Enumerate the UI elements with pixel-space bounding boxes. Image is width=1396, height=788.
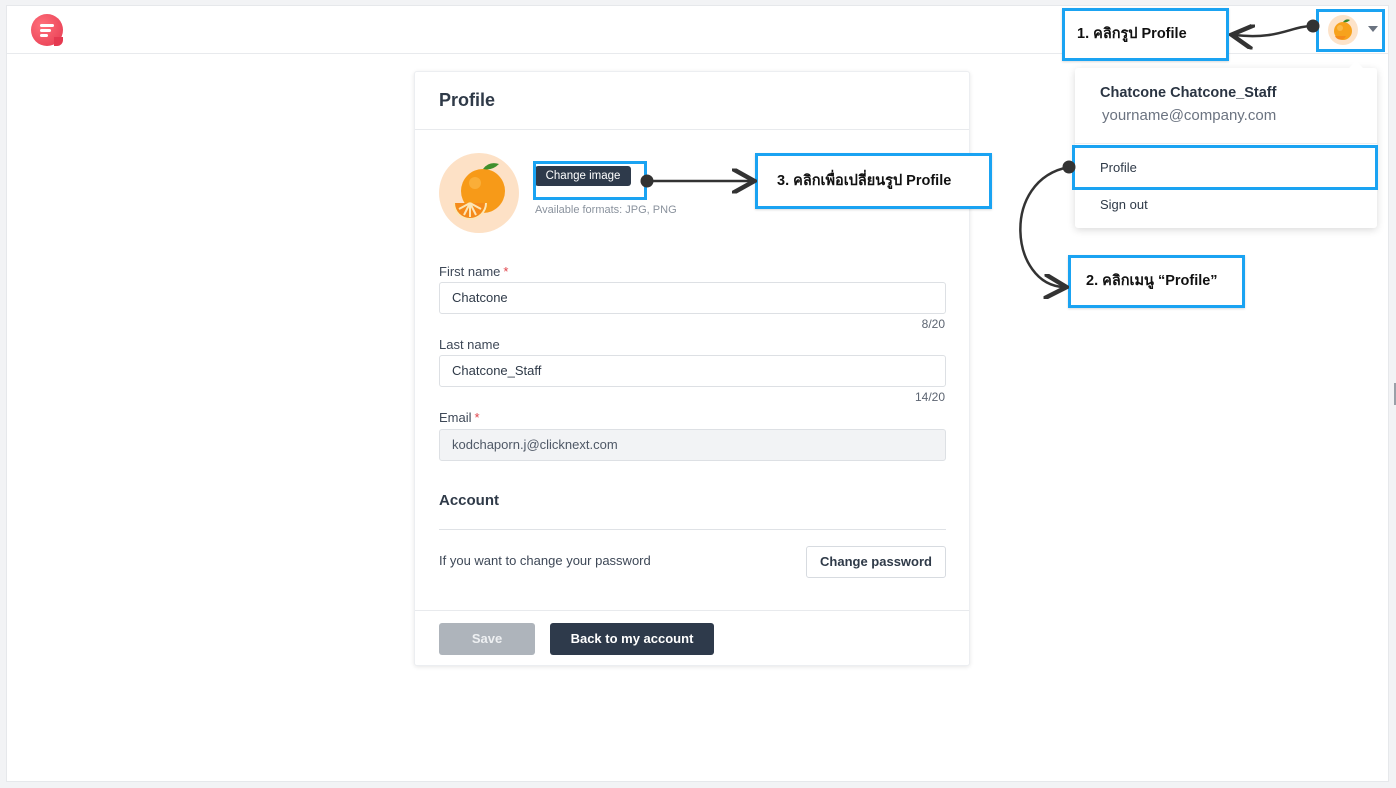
page-title: Profile	[439, 90, 496, 110]
back-to-account-button[interactable]: Back to my account	[550, 623, 714, 655]
step1-callout: 1. คลิกรูป Profile	[1062, 8, 1229, 61]
change-image-highlight-box	[533, 161, 647, 200]
step2-callout: 2. คลิกเมนู “Profile”	[1068, 255, 1245, 308]
first-name-label-text: First name	[439, 264, 501, 279]
save-button[interactable]: Save	[439, 623, 535, 655]
profile-photo	[439, 153, 519, 233]
required-mark: *	[474, 410, 480, 425]
email-label: Email *	[439, 410, 480, 425]
account-section-title: Account	[439, 492, 499, 509]
divider	[1075, 143, 1377, 144]
required-mark: *	[503, 264, 509, 279]
change-password-button[interactable]: Change password	[806, 546, 946, 578]
chat-logo-icon[interactable]	[31, 14, 63, 46]
last-name-label: Last name	[439, 337, 500, 352]
first-name-label: First name *	[439, 264, 508, 279]
user-menu-email: yourname@company.com	[1102, 107, 1277, 124]
last-name-input[interactable]: Chatcone_Staff	[439, 355, 946, 387]
divider	[415, 610, 969, 611]
first-name-counter: 8/20	[921, 317, 945, 331]
orange-image-icon	[453, 163, 505, 220]
change-password-hint: If you want to change your password	[439, 553, 651, 568]
menu-item-sign-out[interactable]: Sign out	[1100, 197, 1148, 212]
user-menu-name: Chatcone Chatcone_Staff	[1100, 85, 1277, 101]
last-name-counter: 14/20	[914, 390, 945, 404]
step3-callout: 3. คลิกเพื่อเปลี่ยนรูป Profile	[755, 153, 992, 209]
email-field: kodchaporn.j@clicknext.com	[439, 429, 946, 461]
divider	[439, 529, 946, 530]
first-name-input[interactable]: Chatcone	[439, 282, 946, 314]
avatar-highlight-box	[1316, 9, 1385, 52]
available-formats-hint: Available formats: JPG, PNG	[535, 204, 677, 216]
email-label-text: Email	[439, 410, 472, 425]
profile-menu-highlight-box	[1072, 145, 1378, 190]
divider	[415, 129, 969, 130]
